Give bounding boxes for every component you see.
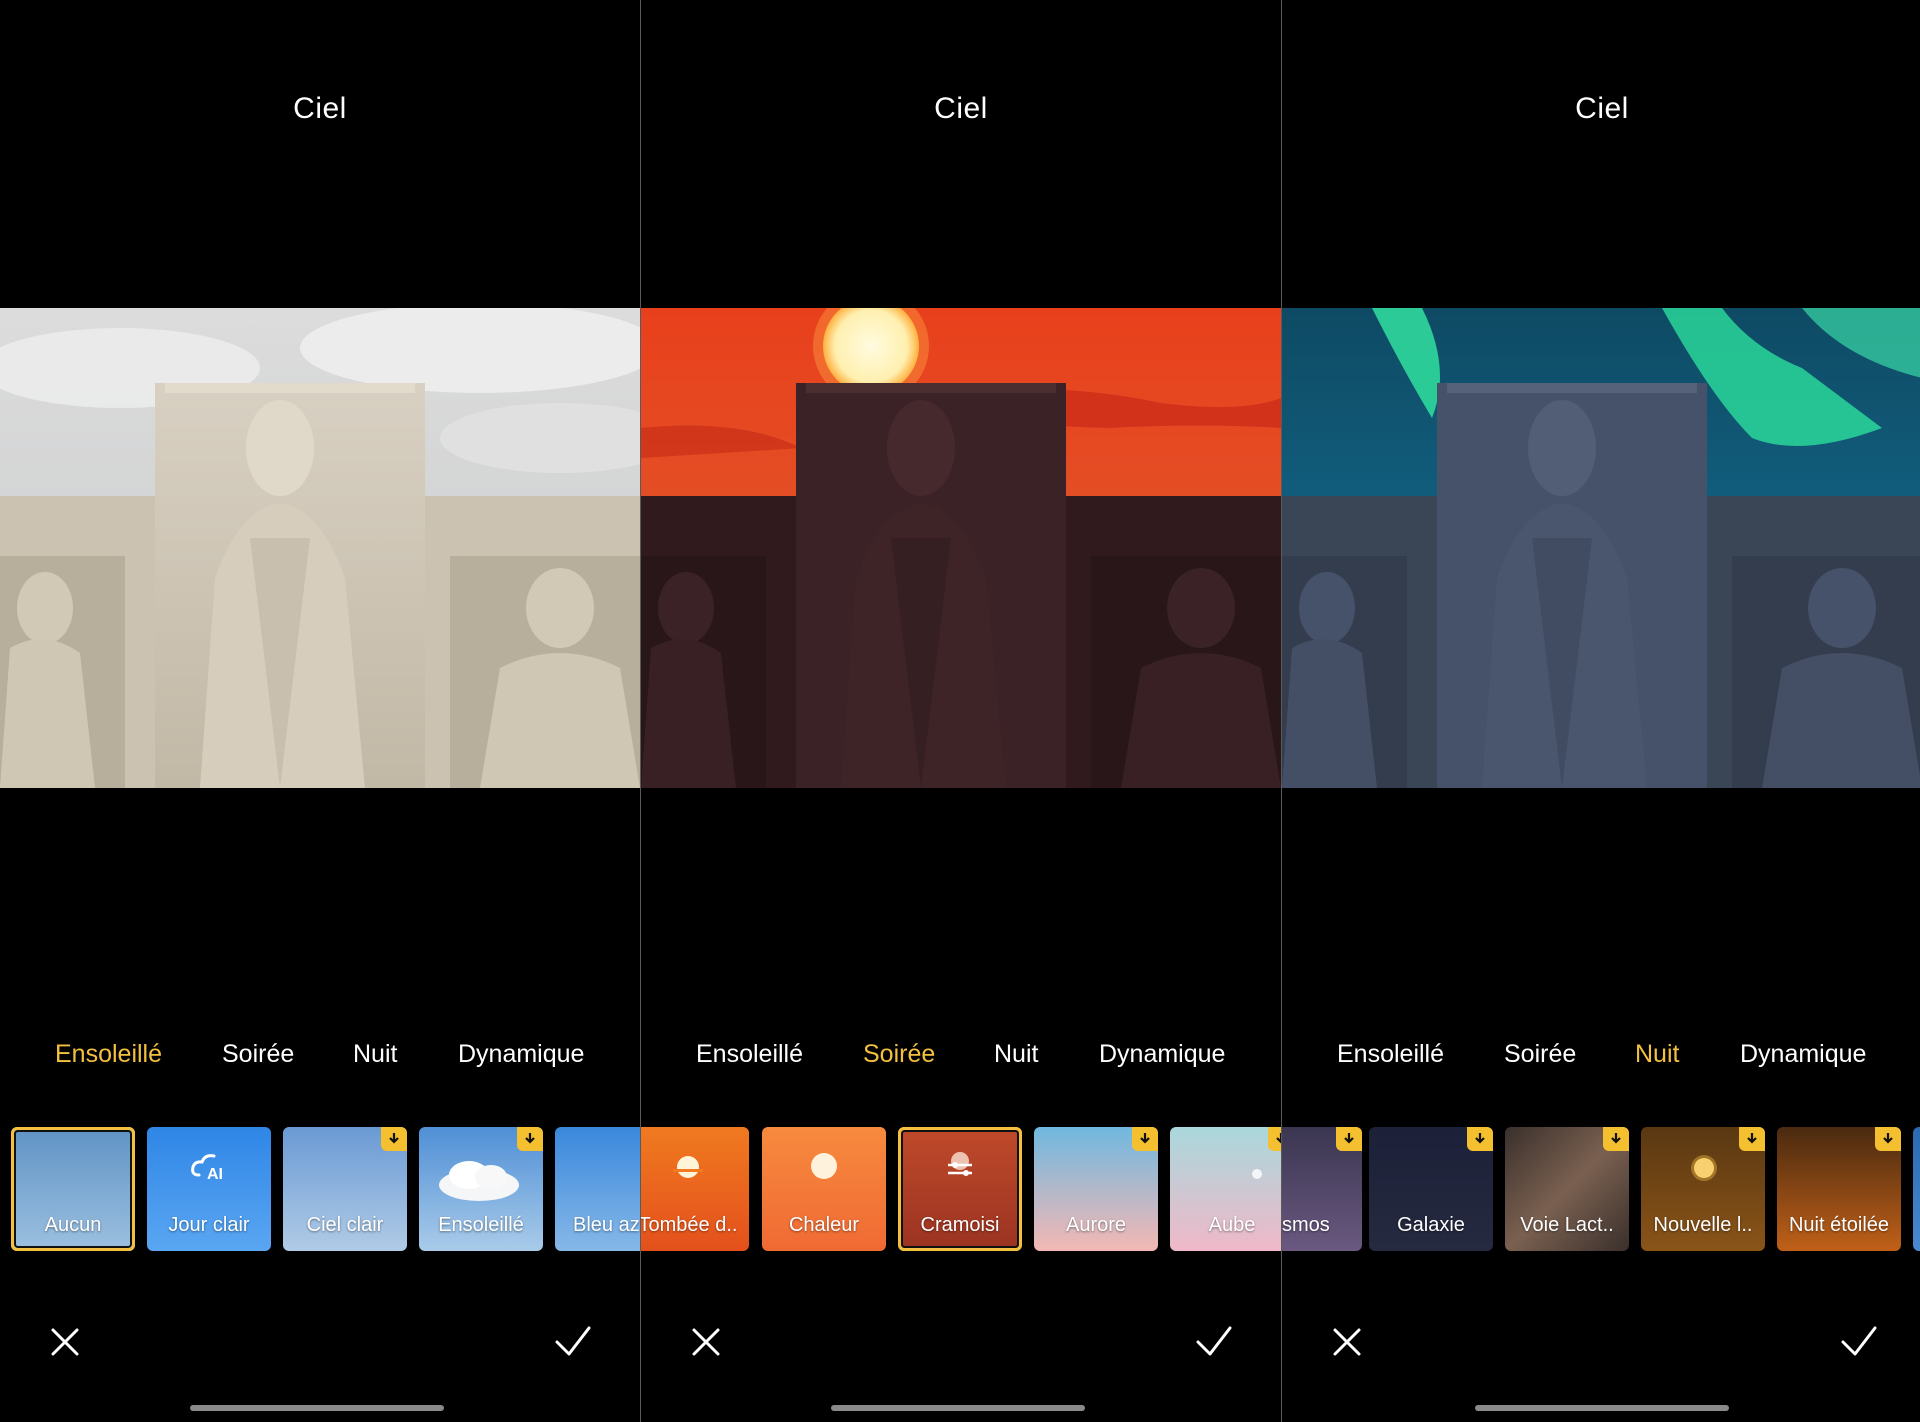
sky-thumbnail-strip: Aucun AI Jour clair Ciel clair Ensoleill… [0,1127,640,1251]
tab-nuit[interactable]: Nuit [994,1040,1038,1069]
sky-thumbnail-aucun[interactable]: Aucun [11,1127,135,1251]
sky-thumbnail-chaleur[interactable]: Chaleur [762,1127,886,1251]
sky-thumbnail-ciel-clair[interactable]: Ciel clair [283,1127,407,1251]
download-icon [381,1127,407,1151]
check-icon [1841,1326,1877,1356]
photo-preview [1282,308,1920,788]
close-icon [51,1328,79,1356]
ai-cloud-icon: AI [147,1151,271,1188]
thumbnail-label: Bleu az [573,1214,640,1236]
close-icon [692,1328,720,1356]
sky-thumbnail-strip: Tombée d.. Chaleur Cramoisi Aurore Aube [641,1127,1281,1251]
thumbnail-label: Ciel clair [306,1214,384,1236]
download-icon [1132,1127,1158,1151]
tab-dynamique[interactable]: Dynamique [1099,1040,1225,1069]
tab-nuit[interactable]: Nuit [1635,1040,1679,1069]
thumbnail-label: Nouvelle l.. [1653,1214,1753,1236]
home-indicator [1475,1405,1729,1411]
thumbnail-label: Chaleur [788,1214,860,1236]
svg-text:AI: AI [207,1166,223,1183]
adjust-sliders-icon [898,1151,1022,1188]
download-icon [1336,1127,1362,1151]
download-icon [517,1127,543,1151]
tab-ensoleille[interactable]: Ensoleillé [696,1040,803,1069]
sky-thumbnail-galaxie[interactable]: Galaxie [1369,1127,1493,1251]
sky-thumbnail-jour-clair[interactable]: AI Jour clair [147,1127,271,1251]
close-icon [1333,1328,1361,1356]
sky-thumbnail-aurore[interactable]: Aurore [1034,1127,1158,1251]
tab-ensoleille[interactable]: Ensoleillé [1337,1040,1444,1069]
thumbnail-label: Ensoleillé [438,1214,524,1236]
confirm-button[interactable] [1837,1320,1881,1364]
tab-dynamique[interactable]: Dynamique [458,1040,584,1069]
thumbnail-label: Cramoisi [920,1214,1000,1236]
thumbnail-label: Galaxie [1397,1214,1465,1236]
tab-soiree[interactable]: Soirée [1504,1040,1576,1069]
download-icon [1875,1127,1901,1151]
sky-thumbnail-cramoisi[interactable]: Cramoisi [898,1127,1022,1251]
editor-panel-sunny: Ciel Ensoleillé Soirée Nuit Dynamique Au… [0,0,640,1422]
thumbnail-label: Aube [1208,1214,1256,1236]
sky-category-tabs: Ensoleillé Soirée Nuit Dynamique [641,1040,1281,1080]
page-title: Ciel [293,92,347,125]
cancel-button[interactable] [1325,1320,1369,1364]
page-title: Ciel [934,92,988,125]
sky-thumbnail-voie-lactee[interactable]: Voie Lact.. [1505,1127,1629,1251]
tab-soiree[interactable]: Soirée [863,1040,935,1069]
thumbnail-label: Aucun [44,1214,102,1236]
download-icon [1739,1127,1765,1151]
photo-preview [641,308,1281,788]
tab-ensoleille[interactable]: Ensoleillé [55,1040,162,1069]
thumbnail-label: Voie Lact.. [1520,1214,1614,1236]
editor-panel-evening: Ciel Ensoleillé Soirée Nuit Dynamique To… [641,0,1281,1422]
sky-thumbnail-tombee-du-jour[interactable]: Tombée d.. [641,1127,749,1251]
home-indicator [190,1405,444,1411]
sky-thumbnail-bleu-azur[interactable]: Bleu az [555,1127,640,1251]
sky-category-tabs: Ensoleillé Soirée Nuit Dynamique [1282,1040,1920,1080]
thumbnail-label: Jour clair [168,1214,250,1236]
cancel-button[interactable] [684,1320,728,1364]
check-icon [555,1326,591,1356]
sky-thumbnail-cosmos[interactable]: smos [1282,1127,1362,1251]
check-icon [1196,1326,1232,1356]
sky-category-tabs: Ensoleillé Soirée Nuit Dynamique [0,1040,640,1080]
sky-thumbnail-strip: smos Galaxie Voie Lact.. Nouvelle l.. Nu… [1282,1127,1920,1251]
sky-thumbnail-nuit-etoilee[interactable]: Nuit étoilée [1777,1127,1901,1251]
sky-thumbnail-nouvelle-lune[interactable]: Nouvelle l.. [1641,1127,1765,1251]
thumbnail-label: smos [1282,1214,1330,1236]
sky-thumbnail-ensoleille[interactable]: Ensoleillé [419,1127,543,1251]
sky-thumbnail-aube[interactable]: Aube [1170,1127,1281,1251]
confirm-button[interactable] [1192,1320,1236,1364]
page-title: Ciel [1575,92,1629,125]
panel-divider [640,0,641,1422]
home-indicator [831,1405,1085,1411]
confirm-button[interactable] [551,1320,595,1364]
thumbnail-label: Aurore [1065,1214,1127,1236]
thumbnail-label: Nuit étoilée [1788,1214,1890,1236]
tab-soiree[interactable]: Soirée [222,1040,294,1069]
tab-nuit[interactable]: Nuit [353,1040,397,1069]
photo-preview [0,308,640,788]
download-icon [1268,1127,1281,1151]
thumbnail-label: Tombée d.. [641,1214,738,1236]
download-icon [1603,1127,1629,1151]
panel-divider [1281,0,1282,1422]
sky-thumbnail-partial[interactable] [1913,1127,1920,1251]
editor-panel-night: Ciel Ensoleillé Soirée Nuit Dynamique sm… [1282,0,1920,1422]
download-icon [1467,1127,1493,1151]
tab-dynamique[interactable]: Dynamique [1740,1040,1866,1069]
cancel-button[interactable] [43,1320,87,1364]
